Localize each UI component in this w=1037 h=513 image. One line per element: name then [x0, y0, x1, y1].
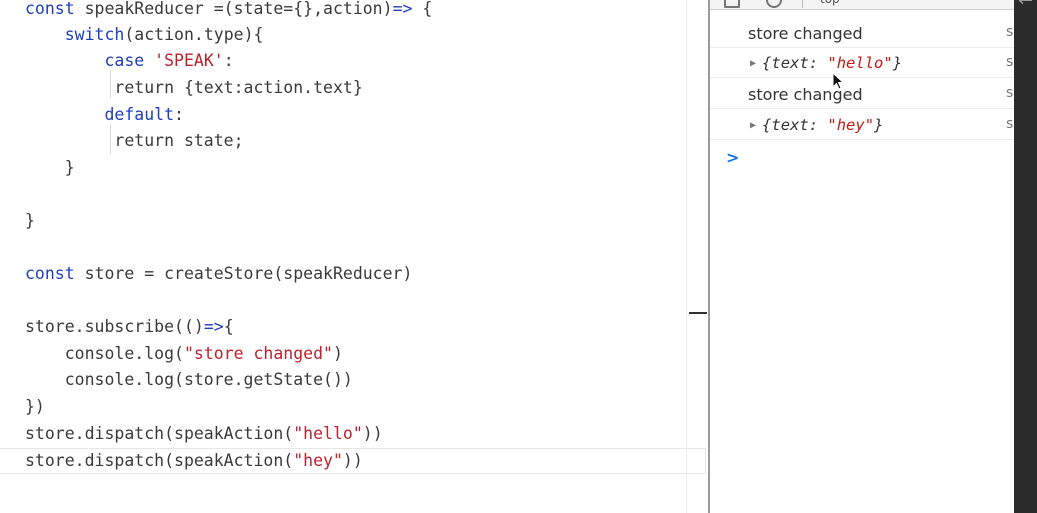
code-line[interactable]: }) — [25, 394, 45, 420]
code-text: console.log(store.getState()) — [25, 370, 353, 389]
code-line[interactable]: default: — [25, 102, 184, 128]
code-string: "hello" — [293, 424, 363, 443]
toolbar-divider — [802, 0, 803, 8]
code-line[interactable]: case 'SPEAK': — [25, 48, 234, 74]
code-text: speakReducer =(state={},action) — [74, 0, 393, 18]
context-selector[interactable]: top — [820, 0, 840, 6]
clear-console-icon[interactable] — [766, 0, 782, 8]
code-line[interactable]: switch(action.type){ — [25, 22, 264, 48]
side-panel: ← — [1014, 0, 1037, 513]
console-log-row[interactable]: store changed s — [710, 18, 1014, 48]
code-line[interactable]: return {text:action.text} — [25, 75, 363, 101]
code-text: }) — [25, 397, 45, 416]
mouse-pointer-icon — [832, 72, 845, 90]
code-keyword: switch — [64, 25, 125, 44]
code-text: : — [174, 105, 184, 124]
code-line[interactable]: return state; — [25, 128, 244, 154]
code-keyword: => — [203, 317, 224, 336]
console-prompt[interactable]: > — [726, 148, 739, 167]
console-toolbar: top — [710, 0, 1016, 10]
log-source-link[interactable]: s — [1006, 24, 1013, 40]
back-arrow-icon[interactable]: ← — [1018, 0, 1033, 11]
code-editor[interactable]: const speakReducer =(state={},action)=> … — [0, 0, 708, 513]
code-text: store.dispatch(speakAction( — [25, 424, 294, 443]
code-line[interactable]: console.log("store changed") — [25, 341, 343, 367]
console-log-row[interactable]: store changed s — [710, 79, 1014, 109]
console-object-row[interactable]: ▶ {text: "hey"} s — [710, 110, 1014, 140]
object-value: "hello" — [827, 54, 893, 72]
code-line[interactable]: console.log(store.getState()) — [25, 367, 353, 393]
code-text: console.log( — [25, 344, 184, 363]
indent-guide — [110, 70, 111, 98]
code-line[interactable]: const speakReducer =(state={},action)=> … — [25, 0, 432, 22]
code-line[interactable]: } — [25, 155, 75, 181]
object-key: text — [771, 54, 809, 72]
code-text: { — [412, 0, 433, 18]
log-message: store changed — [748, 24, 863, 43]
code-text: : — [223, 51, 234, 70]
code-string: 'SPEAK' — [154, 51, 224, 70]
code-keyword: => — [392, 0, 413, 18]
code-text: (action.type){ — [124, 25, 264, 44]
code-line[interactable]: } — [25, 208, 35, 234]
code-text: store.subscribe(() — [25, 317, 204, 336]
print-margin — [686, 0, 687, 513]
code-line[interactable]: store.subscribe(()=>{ — [25, 314, 234, 340]
console-object-row[interactable]: ▶ {text: "hello"} s — [710, 48, 1014, 78]
indent-guide — [110, 124, 111, 154]
code-line[interactable]: const store = createStore(speakReducer) — [25, 261, 412, 287]
code-text: ) — [332, 344, 343, 363]
log-source-link[interactable]: s — [1006, 85, 1013, 101]
log-source-link[interactable]: s — [1006, 116, 1013, 132]
code-text: return {text:action.text} — [25, 78, 363, 97]
code-keyword: case — [104, 51, 145, 70]
code-line[interactable]: store.dispatch(speakAction("hello")) — [25, 421, 383, 447]
code-text: store = createStore(speakReducer) — [74, 264, 413, 283]
expand-triangle-icon[interactable]: ▶ — [750, 120, 756, 131]
code-text: { — [223, 317, 234, 336]
scrollbar-marker[interactable] — [689, 312, 707, 314]
code-text: } — [25, 211, 35, 230]
log-source-link[interactable]: s — [1006, 54, 1013, 70]
object-preview[interactable]: ▶ {text: "hello"} — [750, 54, 902, 72]
current-line-highlight — [0, 448, 706, 474]
devtools-console: top store changed s ▶{text: "hello"} s s… — [708, 0, 1016, 513]
code-keyword: const — [25, 264, 75, 283]
code-text: )) — [362, 424, 383, 443]
object-key: text — [771, 116, 809, 134]
code-string: "store changed" — [183, 344, 333, 363]
toggle-sidebar-icon[interactable] — [724, 0, 740, 8]
object-value: "hey" — [827, 116, 875, 134]
expand-triangle-icon[interactable]: ▶ — [750, 58, 756, 69]
object-preview[interactable]: ▶ {text: "hey"} — [750, 116, 883, 134]
code-keyword: default — [104, 105, 175, 124]
code-keyword: const — [25, 0, 75, 18]
code-text: return state; — [25, 131, 244, 150]
code-text: } — [25, 158, 75, 177]
